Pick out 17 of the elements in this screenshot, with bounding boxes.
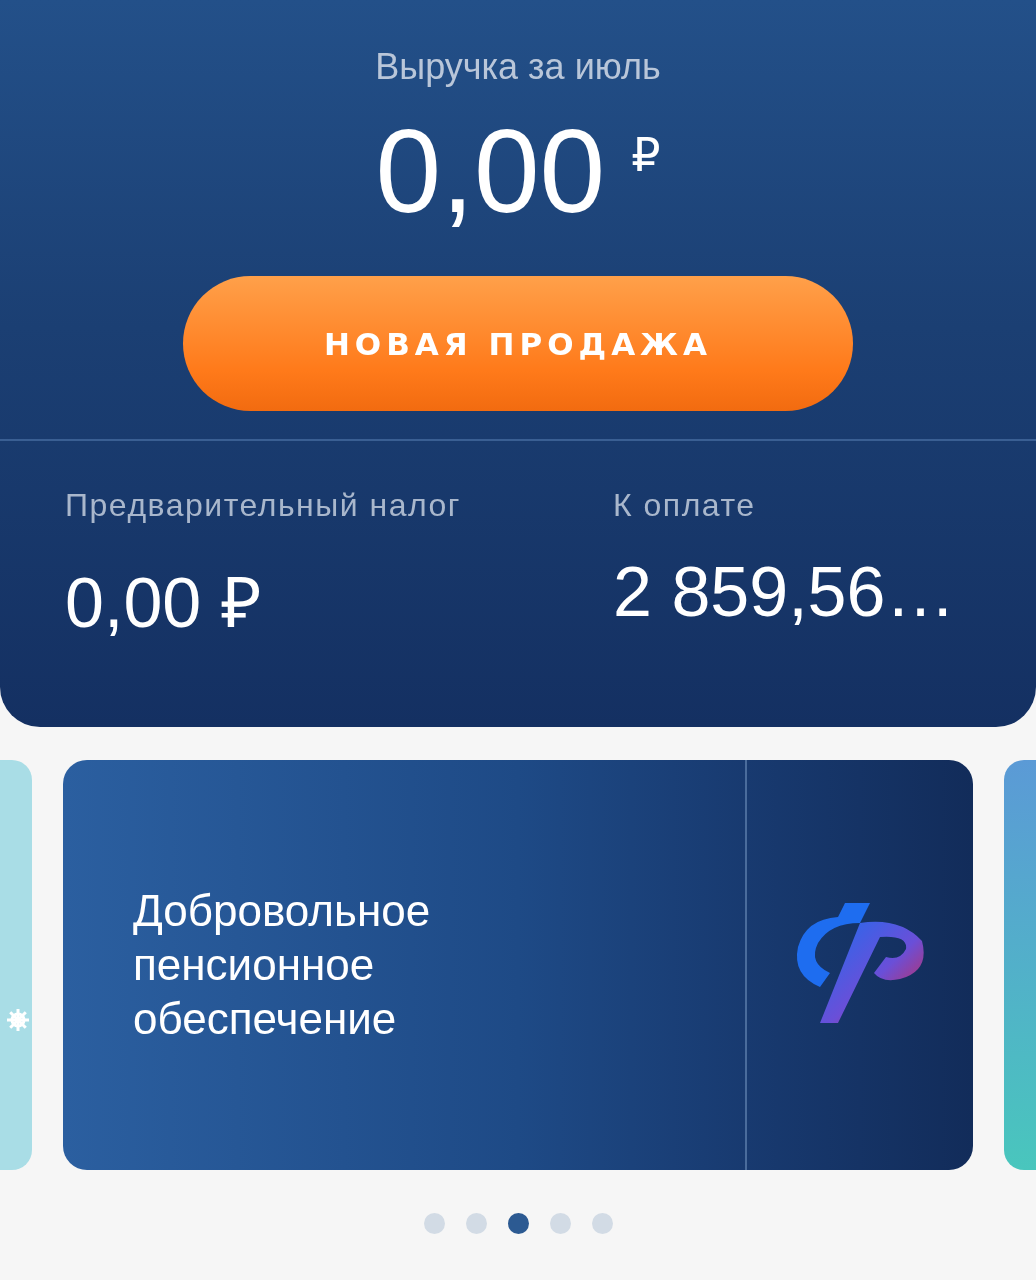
page-dot[interactable] bbox=[591, 1213, 613, 1234]
page-dot[interactable] bbox=[507, 1213, 529, 1234]
summary-label: Предварительный налог bbox=[65, 487, 462, 524]
revenue-title: Выручка за июль bbox=[375, 46, 661, 88]
gear-icon bbox=[6, 1008, 30, 1032]
summary-value: 0,00 ₽ bbox=[65, 563, 263, 644]
summary-value: 2 859,56… bbox=[613, 552, 957, 632]
banner-card[interactable] bbox=[1004, 760, 1036, 1170]
banner-card[interactable] bbox=[0, 760, 32, 1170]
pension-banner-card[interactable]: Добровольное пенсионное обеспечение bbox=[63, 760, 973, 1170]
page-dot[interactable] bbox=[549, 1213, 571, 1234]
banner-text: Добровольное пенсионное обеспечение bbox=[133, 885, 432, 1045]
currency-sign: ₽ bbox=[631, 128, 661, 182]
summary-label: К оплате bbox=[613, 487, 757, 524]
page-dot[interactable] bbox=[423, 1213, 445, 1234]
page-dot[interactable] bbox=[465, 1213, 487, 1234]
revenue-amount: 0,00 bbox=[375, 106, 606, 236]
